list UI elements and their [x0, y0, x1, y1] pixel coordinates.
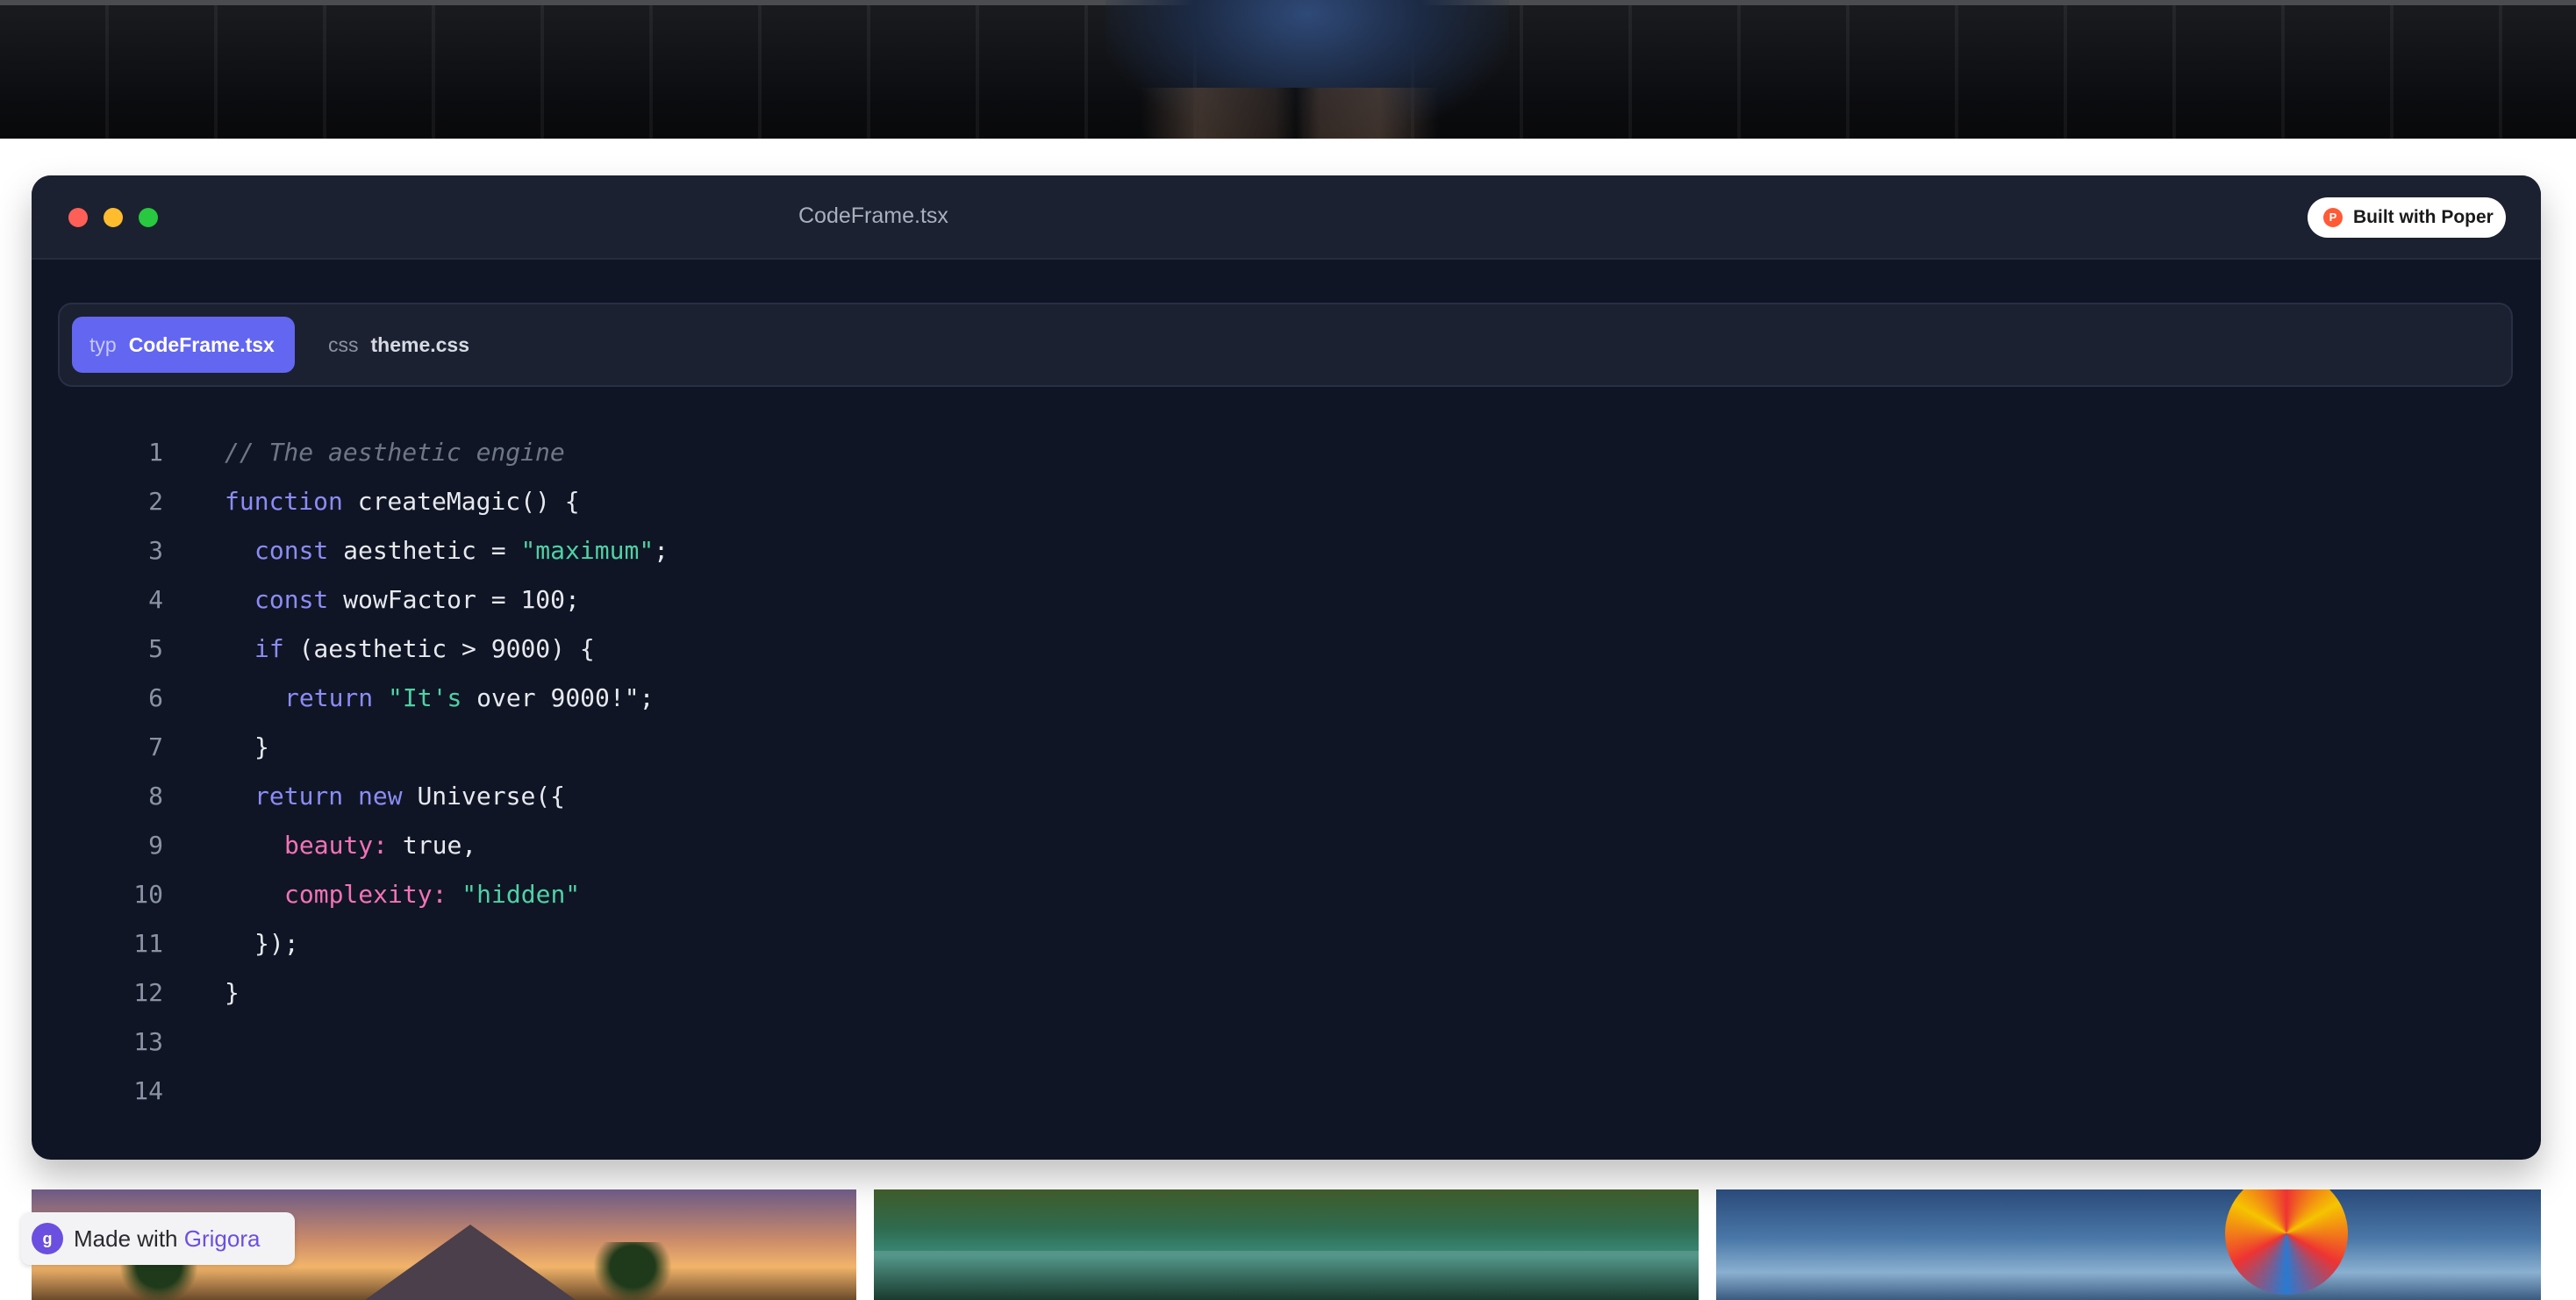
- tab-file-name: theme.css: [370, 332, 470, 356]
- code-line: 10 complexity: "hidden": [32, 870, 2541, 919]
- code-token-plain: ;: [654, 536, 669, 565]
- code-line: 9 beauty: true,: [32, 821, 2541, 870]
- line-number: 14: [133, 1076, 163, 1105]
- line-number: 1: [148, 438, 163, 467]
- code-token-plain: Universe({: [402, 782, 566, 811]
- code-text: const wowFactor = 100;: [254, 575, 580, 625]
- code-token-plain: wowFactor = 100;: [328, 585, 580, 614]
- grigora-badge-text: Made with Grigora: [74, 1225, 260, 1253]
- code-token-kw: function: [225, 487, 343, 516]
- code-token-plain: });: [254, 929, 299, 958]
- tab-file-name: CodeFrame.tsx: [128, 332, 275, 356]
- code-token-plain: createMagic() {: [342, 487, 580, 516]
- line-number: 12: [133, 978, 163, 1007]
- code-text: }: [225, 968, 240, 1018]
- code-text: complexity: "hidden": [284, 870, 580, 919]
- code-line: 14: [32, 1067, 2541, 1116]
- code-token-kw: const: [254, 536, 329, 565]
- grigora-brand-label: Grigora: [183, 1225, 261, 1252]
- code-text: }: [254, 723, 269, 772]
- maximize-window-button[interactable]: [139, 208, 158, 227]
- code-line: 8 return new Universe({: [32, 772, 2541, 821]
- line-number: 3: [148, 536, 163, 565]
- hero-background-image: [0, 0, 2576, 139]
- line-number: 10: [133, 880, 163, 909]
- minimize-window-button[interactable]: [104, 208, 123, 227]
- made-with-label: Made with: [74, 1225, 178, 1252]
- code-token-str: "hidden": [462, 880, 581, 909]
- file-tab-bar: typ CodeFrame.tsx css theme.css: [58, 303, 2513, 387]
- code-token-kw: new: [358, 782, 403, 811]
- hut-roof: [365, 1225, 576, 1300]
- code-line: 7}: [32, 723, 2541, 772]
- line-number: 9: [148, 831, 163, 860]
- code-token-kw: return: [254, 782, 344, 811]
- window-titlebar: CodeFrame.tsx P Built with Poper: [32, 175, 2541, 260]
- code-editor[interactable]: 1 // The aesthetic engine 2 function create…: [32, 428, 2541, 1130]
- code-line: 12}: [32, 968, 2541, 1018]
- tab-ext-label: css: [328, 332, 359, 356]
- grigora-logo-icon: g: [32, 1223, 63, 1254]
- tab-codeframe-tsx[interactable]: typ CodeFrame.tsx: [72, 317, 295, 373]
- code-line: 4 const wowFactor = 100;: [32, 575, 2541, 625]
- code-text: return new Universe({: [254, 772, 565, 821]
- tab-ext-label: typ: [89, 332, 117, 356]
- code-token-prop: beauty:: [284, 831, 389, 860]
- palm-tree: [593, 1242, 672, 1300]
- line-number: 2: [148, 487, 163, 516]
- code-text: return "It's over 9000!";: [284, 674, 654, 723]
- gallery-strip: [32, 1189, 2541, 1300]
- code-token-kw: return: [284, 683, 374, 712]
- line-number: 5: [148, 634, 163, 663]
- code-text: if (aesthetic > 9000) {: [254, 625, 595, 674]
- gallery-image-forest-lake[interactable]: [874, 1189, 1699, 1300]
- code-text: function createMagic() {: [225, 477, 580, 526]
- code-text: beauty: true,: [284, 821, 476, 870]
- tab-theme-css[interactable]: css theme.css: [311, 317, 504, 373]
- code-line: 1 // The aesthetic engine: [32, 428, 2541, 477]
- code-line: 3 const aesthetic = "maximum";: [32, 526, 2541, 575]
- code-window: CodeFrame.tsx P Built with Poper typ Cod…: [32, 175, 2541, 1160]
- code-line: 13: [32, 1018, 2541, 1067]
- code-token-plain: true,: [388, 831, 477, 860]
- code-token-plain: over 9000!";: [462, 683, 655, 712]
- code-text: // The aesthetic engine: [225, 428, 565, 477]
- code-token-plain: (aesthetic > 9000) {: [283, 634, 595, 663]
- code-token-str: "It's: [388, 683, 462, 712]
- line-number: 6: [148, 683, 163, 712]
- made-with-grigora-badge[interactable]: g Made with Grigora: [21, 1212, 295, 1265]
- poper-logo-icon: P: [2323, 208, 2343, 227]
- hero-figure-legs: [1141, 88, 1439, 139]
- line-number: 11: [133, 929, 163, 958]
- code-token-prop: complexity:: [284, 880, 447, 909]
- built-with-poper-badge[interactable]: P Built with Poper: [2308, 197, 2506, 238]
- code-line: 6 return "It's over 9000!";: [32, 674, 2541, 723]
- code-token-str: "maximum": [520, 536, 655, 565]
- code-token-comment: // The aesthetic engine: [225, 438, 565, 467]
- gallery-image-hot-air-balloon[interactable]: [1716, 1189, 2541, 1300]
- code-line: 2 function createMagic() {: [32, 477, 2541, 526]
- lake-reflection: [874, 1251, 1699, 1300]
- line-number: 4: [148, 585, 163, 614]
- code-line: 11});: [32, 919, 2541, 968]
- code-token-plain: aesthetic =: [328, 536, 521, 565]
- code-text: const aesthetic = "maximum";: [254, 526, 669, 575]
- code-token-kw: const: [254, 585, 329, 614]
- poper-badge-label: Built with Poper: [2353, 207, 2494, 227]
- hot-air-balloon: [2225, 1189, 2348, 1295]
- code-text: });: [254, 919, 299, 968]
- window-title: CodeFrame.tsx: [798, 204, 948, 228]
- line-number: 7: [148, 732, 163, 761]
- code-token-kw: if: [254, 634, 284, 663]
- line-number: 13: [133, 1027, 163, 1056]
- code-token-plain: }: [254, 732, 269, 761]
- code-token-plain: }: [225, 978, 240, 1007]
- close-window-button[interactable]: [68, 208, 88, 227]
- code-line: 5 if (aesthetic > 9000) {: [32, 625, 2541, 674]
- line-number: 8: [148, 782, 163, 811]
